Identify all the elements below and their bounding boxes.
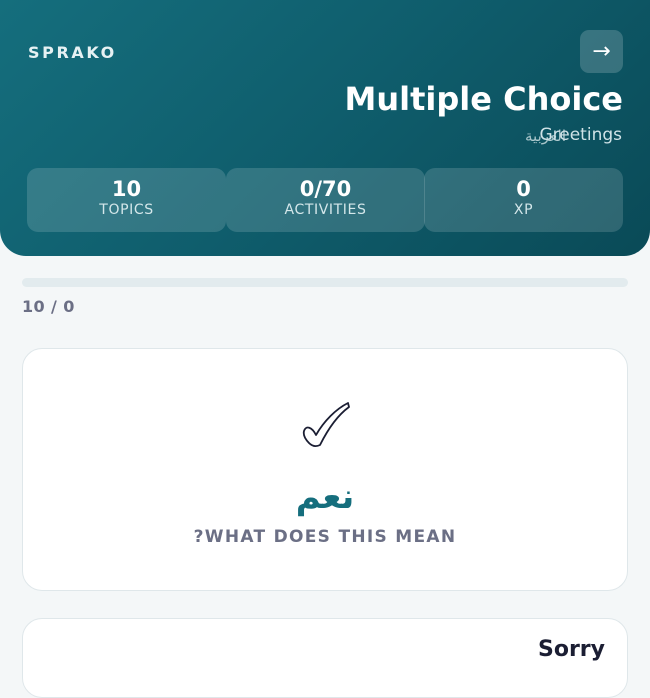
question-word: نعم bbox=[295, 477, 355, 517]
stat-activities-label: ACTIVITIES bbox=[284, 202, 367, 218]
topic-name: Greetings bbox=[539, 125, 622, 145]
stat-topics-label: TOPICS bbox=[99, 202, 154, 218]
progress-text: 10 / 0 bbox=[22, 297, 75, 316]
page-title: Multiple Choice bbox=[344, 80, 623, 118]
stat-topics-value: 10 bbox=[111, 177, 142, 201]
stat-xp-label: XP bbox=[513, 202, 534, 218]
checkmark-icon bbox=[302, 402, 350, 447]
question-prompt: ?WHAT DOES THIS MEAN bbox=[193, 527, 457, 547]
topic-subtitle: العربية Greetings bbox=[422, 125, 622, 147]
answer-option[interactable]: Sorry bbox=[22, 618, 628, 698]
stat-xp: 0 XP bbox=[424, 168, 623, 232]
stat-activities-value: 0/70 bbox=[299, 177, 352, 201]
progress-bar bbox=[22, 278, 628, 287]
stat-topics: 10 TOPICS bbox=[27, 168, 226, 232]
question-card: نعم ?WHAT DOES THIS MEAN bbox=[22, 348, 628, 591]
arrow-right-icon[interactable]: → bbox=[580, 30, 623, 73]
header-banner: SPRAKO → Multiple Choice العربية Greetin… bbox=[0, 0, 650, 256]
brand-logo: SPRAKO bbox=[28, 43, 117, 62]
stat-xp-value: 0 bbox=[516, 177, 531, 201]
stat-activities: 0/70 ACTIVITIES bbox=[226, 168, 425, 232]
